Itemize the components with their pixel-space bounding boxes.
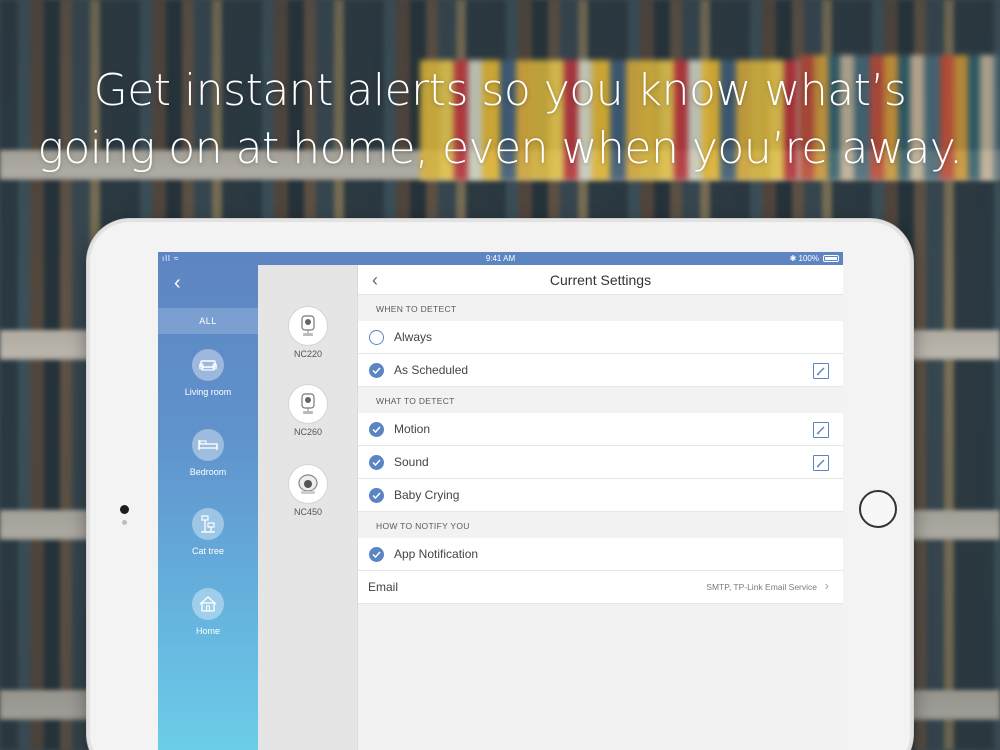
headline-line-2: going on at home, even when you’re away.: [37, 123, 963, 174]
location-tab-all[interactable]: ALL: [158, 308, 258, 334]
camera-label: NC260: [293, 427, 322, 437]
camera-icon: [288, 306, 328, 346]
camera-icon: [288, 384, 328, 424]
camera-item-nc220[interactable]: NC220: [258, 306, 358, 359]
option-as-scheduled[interactable]: As Scheduled: [358, 354, 843, 387]
location-label: Bedroom: [189, 467, 227, 477]
edit-icon[interactable]: [813, 422, 829, 438]
location-label: Home: [195, 626, 220, 636]
option-email[interactable]: Email SMTP, TP-Link Email Service ›: [358, 571, 843, 604]
location-item-living-room[interactable]: Living room: [158, 349, 258, 397]
option-label: Sound: [394, 455, 429, 469]
camera-item-nc450[interactable]: NC450: [258, 464, 358, 517]
headline-line-1: Get instant alerts so you know what’s: [93, 65, 907, 116]
pan-tilt-camera-icon: [288, 464, 328, 504]
home-button[interactable]: [859, 490, 897, 528]
option-label: Motion: [394, 422, 431, 436]
checkmark-icon: [369, 487, 384, 503]
camera-label: NC220: [293, 349, 322, 359]
location-item-bedroom[interactable]: Bedroom: [158, 429, 258, 477]
option-baby-crying[interactable]: Baby Crying: [358, 479, 843, 512]
option-always[interactable]: Always: [358, 321, 843, 354]
location-label: Living room: [184, 387, 232, 397]
location-item-home[interactable]: Home: [158, 588, 258, 636]
checkmark-icon: [369, 454, 384, 470]
app-screen: ıll ≈ 9:41 AM ✱ 100% ‹ ALL Living room B…: [158, 252, 843, 750]
option-sound[interactable]: Sound: [358, 446, 843, 479]
location-item-cat-tree[interactable]: Cat tree: [158, 508, 258, 556]
status-time: 9:41 AM: [485, 254, 516, 263]
light-sensor: [122, 520, 127, 525]
option-label: As Scheduled: [394, 363, 469, 377]
sofa-icon: [192, 349, 224, 381]
cat-tree-icon: [192, 508, 224, 540]
camera-label: NC450: [293, 507, 322, 517]
page-title: Current Settings: [549, 272, 652, 288]
status-bar: ıll ≈ 9:41 AM ✱ 100%: [158, 252, 843, 265]
option-app-notification[interactable]: App Notification: [358, 538, 843, 571]
battery-label: 100%: [798, 254, 819, 263]
back-chevron-icon[interactable]: ‹: [174, 273, 181, 293]
option-label: Baby Crying: [394, 488, 460, 502]
email-value: SMTP, TP-Link Email Service: [706, 582, 817, 592]
camera-item-nc260[interactable]: NC260: [258, 384, 358, 437]
edit-icon[interactable]: [813, 455, 829, 471]
checkmark-icon: [369, 362, 384, 378]
chevron-right-icon: ›: [824, 578, 829, 593]
section-header-notify: HOW TO NOTIFY YOU: [376, 521, 470, 531]
location-sidebar: ‹ ALL Living room Bedroom Cat tree Home: [158, 265, 258, 750]
option-label: Always: [394, 330, 433, 344]
radio-unchecked-icon: [369, 329, 384, 345]
section-header-what: WHAT TO DETECT: [376, 396, 455, 406]
settings-panel: ‹ Current Settings WHEN TO DETECT Always…: [358, 265, 843, 750]
edit-icon[interactable]: [813, 363, 829, 379]
headline: Get instant alerts so you know what’s go…: [0, 62, 1000, 178]
settings-nav-bar: ‹ Current Settings: [358, 265, 843, 295]
section-header-when: WHEN TO DETECT: [376, 304, 457, 314]
option-motion[interactable]: Motion: [358, 413, 843, 446]
option-label: App Notification: [394, 547, 479, 561]
house-icon: [192, 588, 224, 620]
battery-percent: ✱ 100%: [789, 254, 819, 263]
checkmark-icon: [369, 546, 384, 562]
camera-list: NC220 NC260 NC450: [258, 265, 358, 750]
bed-icon: [192, 429, 224, 461]
email-label: Email: [368, 580, 399, 594]
location-label: Cat tree: [191, 546, 224, 556]
front-camera: [120, 505, 129, 514]
battery-icon: [823, 255, 839, 262]
checkmark-icon: [369, 421, 384, 437]
